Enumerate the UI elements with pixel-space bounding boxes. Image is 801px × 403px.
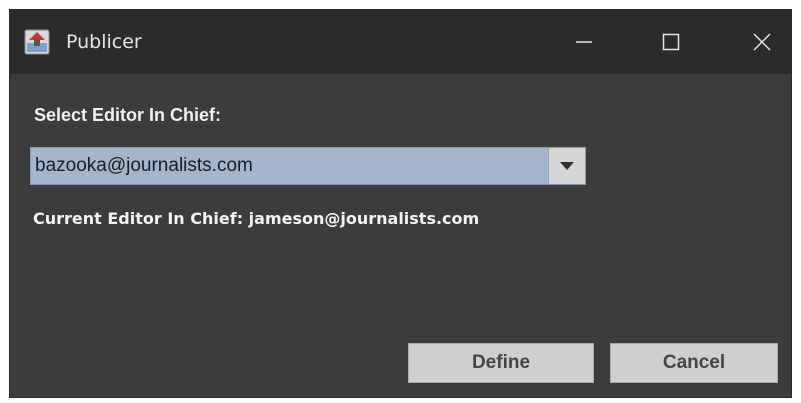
maximize-icon: [662, 33, 680, 51]
publicer-app-icon: [24, 29, 50, 55]
chevron-down-icon: [560, 162, 574, 170]
title-bar[interactable]: Publicer: [10, 10, 791, 74]
window-title: Publicer: [66, 31, 142, 53]
close-button[interactable]: [733, 10, 791, 74]
define-button[interactable]: Define: [408, 343, 594, 383]
publicer-dialog: Publicer Select Editor In Chief: bazooka…: [10, 10, 791, 397]
select-editor-label: Select Editor In Chief:: [34, 105, 222, 125]
editor-select-dropdown-button[interactable]: [548, 148, 585, 184]
current-editor-text: Current Editor In Chief: jameson@journal…: [33, 209, 480, 228]
minimize-button[interactable]: [555, 10, 613, 74]
editor-select-value: bazooka@journalists.com: [35, 155, 253, 176]
close-icon: [753, 33, 771, 51]
maximize-button[interactable]: [642, 10, 700, 74]
editor-in-chief-select[interactable]: bazooka@journalists.com: [30, 147, 586, 185]
cancel-button[interactable]: Cancel: [610, 343, 778, 383]
minimize-icon: [576, 41, 592, 43]
